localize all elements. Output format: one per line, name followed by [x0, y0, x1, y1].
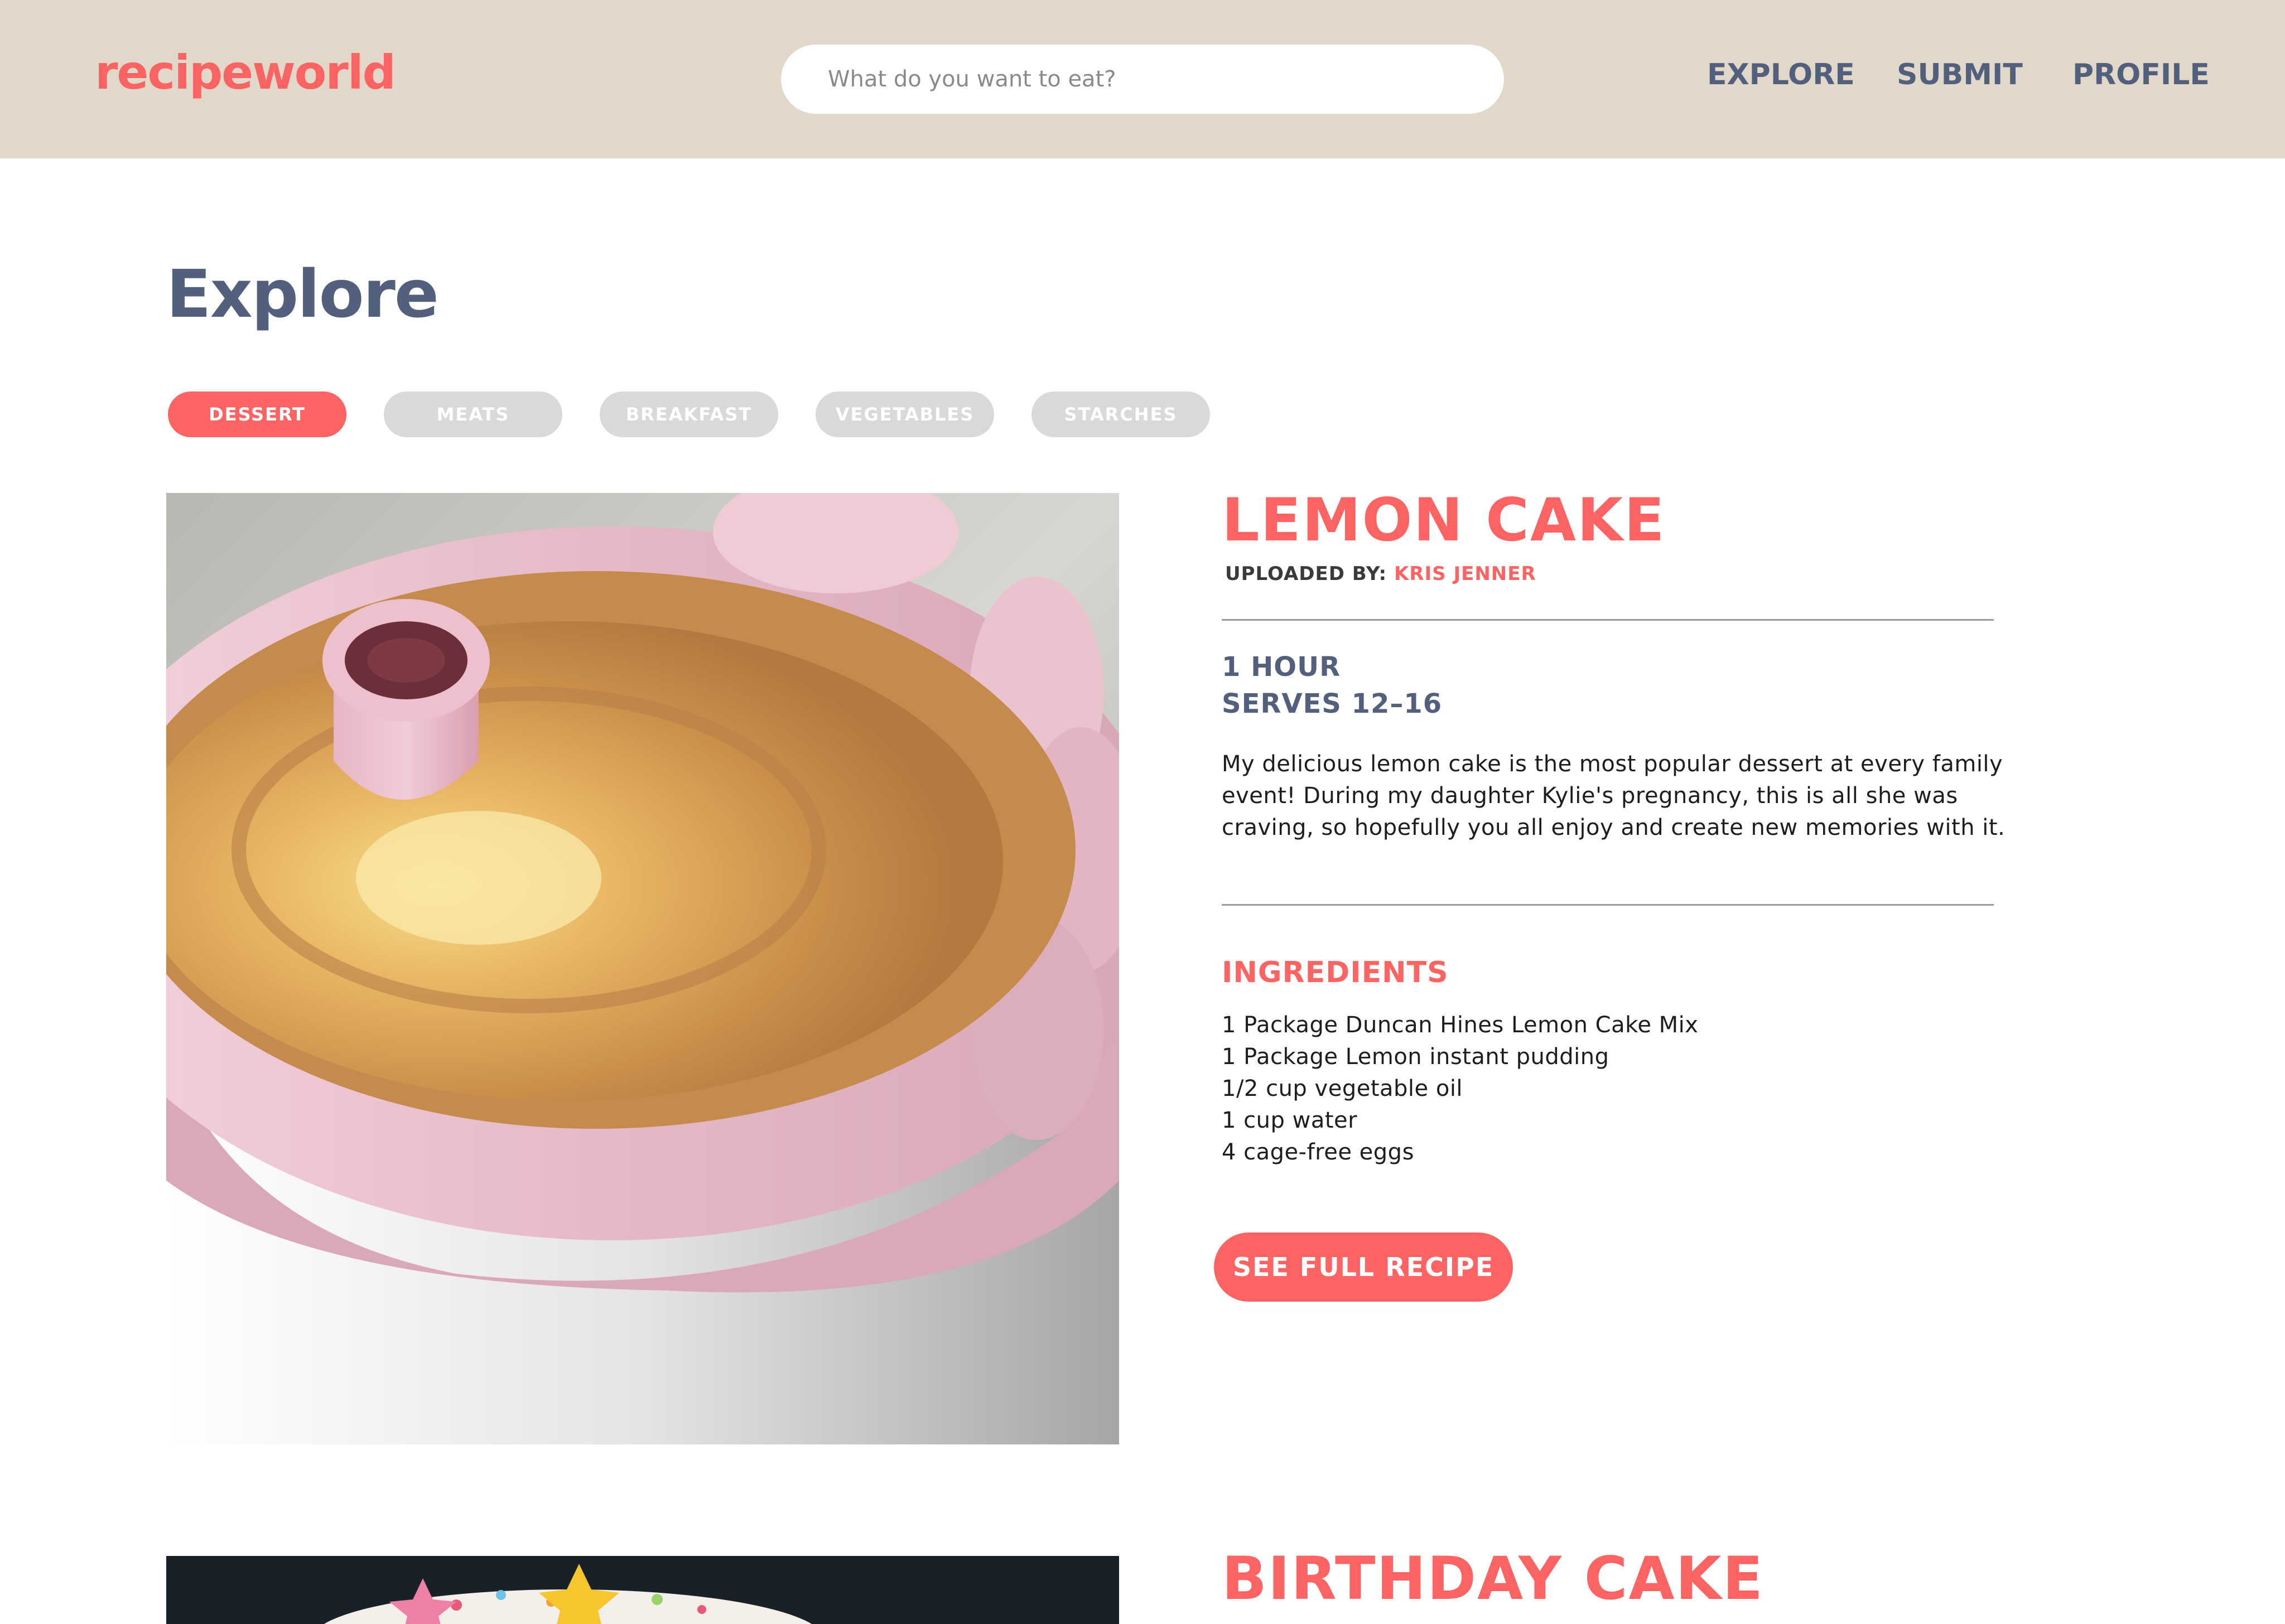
uploader-line: UPLOADED BY: KRIS JENNER [1225, 564, 1536, 583]
ingredient-item: 1 cup water [1222, 1108, 1358, 1133]
ingredient-item: 1 Package Lemon instant pudding [1222, 1044, 1609, 1070]
recipe-title[interactable]: BIRTHDAY CAKE [1222, 1549, 1764, 1608]
recipe-servings: SERVES 12–16 [1222, 688, 1443, 719]
ingredient-item: 1/2 cup vegetable oil [1222, 1076, 1463, 1101]
recipe-description: My delicious lemon cake is the most popu… [1222, 751, 2006, 840]
filter-meats[interactable]: MEATS [384, 392, 562, 437]
search-input[interactable] [827, 66, 1443, 93]
filter-vegetables[interactable]: VEGETABLES [816, 392, 994, 437]
uploader-name[interactable]: KRIS JENNER [1394, 563, 1536, 585]
ingredient-item: 1 Package Duncan Hines Lemon Cake Mix [1222, 1012, 1699, 1038]
nav-submit[interactable]: SUBMIT [1897, 60, 2023, 89]
nav-profile[interactable]: PROFILE [2072, 60, 2210, 89]
search-bar[interactable] [781, 45, 1504, 114]
ingredient-item: 4 cage-free eggs [1222, 1139, 1414, 1165]
see-full-recipe-button[interactable]: SEE FULL RECIPE [1214, 1232, 1513, 1302]
page-title: Explore [166, 255, 439, 332]
nav-explore[interactable]: EXPLORE [1707, 60, 1855, 89]
filter-dessert[interactable]: DESSERT [168, 392, 346, 437]
recipe-photo-birthday-cake[interactable] [166, 1556, 1119, 1624]
uploaded-by-label: UPLOADED BY: [1225, 563, 1387, 585]
filter-starches[interactable]: STARCHES [1031, 392, 1210, 437]
logo[interactable]: recipeworld [95, 49, 396, 96]
divider [1222, 619, 1994, 621]
top-bar: recipeworld EXPLORE SUBMIT PROFILE [0, 0, 2285, 158]
recipe-time: 1 HOUR [1222, 651, 1341, 683]
divider [1222, 904, 1994, 906]
recipe-photo-lemon-cake[interactable] [166, 493, 1119, 1444]
recipe-title[interactable]: LEMON CAKE [1222, 491, 1666, 550]
ingredients-heading: INGREDIENTS [1222, 956, 1449, 989]
ingredients-list: 1 Package Duncan Hines Lemon Cake Mix 1 … [1222, 1009, 1698, 1168]
filter-breakfast[interactable]: BREAKFAST [600, 392, 778, 437]
